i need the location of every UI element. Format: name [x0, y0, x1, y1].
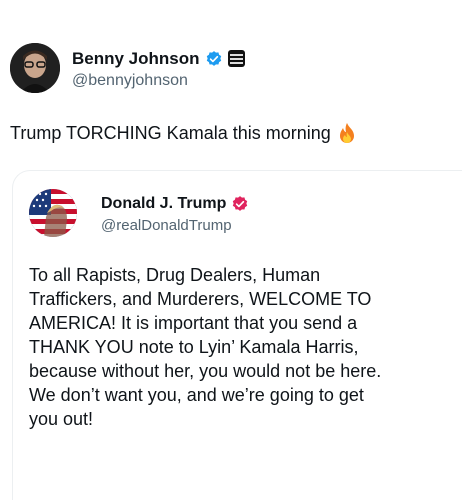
- fire-icon: [337, 122, 357, 144]
- quoted-post[interactable]: Donald J. Trump @realDonaldTrump To all …: [12, 170, 462, 500]
- author-handle[interactable]: @bennyjohnson: [72, 72, 245, 90]
- quoted-author-handle[interactable]: @realDonaldTrump: [101, 217, 249, 234]
- author-name[interactable]: Benny Johnson: [72, 49, 200, 69]
- quoted-author: Donald J. Trump @realDonaldTrump: [29, 189, 249, 237]
- quoted-author-name[interactable]: Donald J. Trump: [101, 195, 226, 213]
- quoted-avatar[interactable]: [29, 189, 77, 237]
- verified-badge-icon: [205, 50, 223, 68]
- post: Benny Johnson @bennyjohnson Trump TORCHI…: [0, 0, 462, 500]
- verified-badge-icon: [231, 195, 249, 213]
- post-text: Trump TORCHING Kamala this morning: [10, 122, 357, 144]
- quoted-post-text: To all Rapists, Drug Dealers, Human Traf…: [29, 265, 382, 429]
- post-author: Benny Johnson @bennyjohnson: [10, 42, 245, 94]
- post-text-body: Trump TORCHING Kamala this morning: [10, 122, 331, 143]
- affiliate-badge-icon[interactable]: [227, 50, 245, 67]
- avatar[interactable]: [10, 43, 60, 93]
